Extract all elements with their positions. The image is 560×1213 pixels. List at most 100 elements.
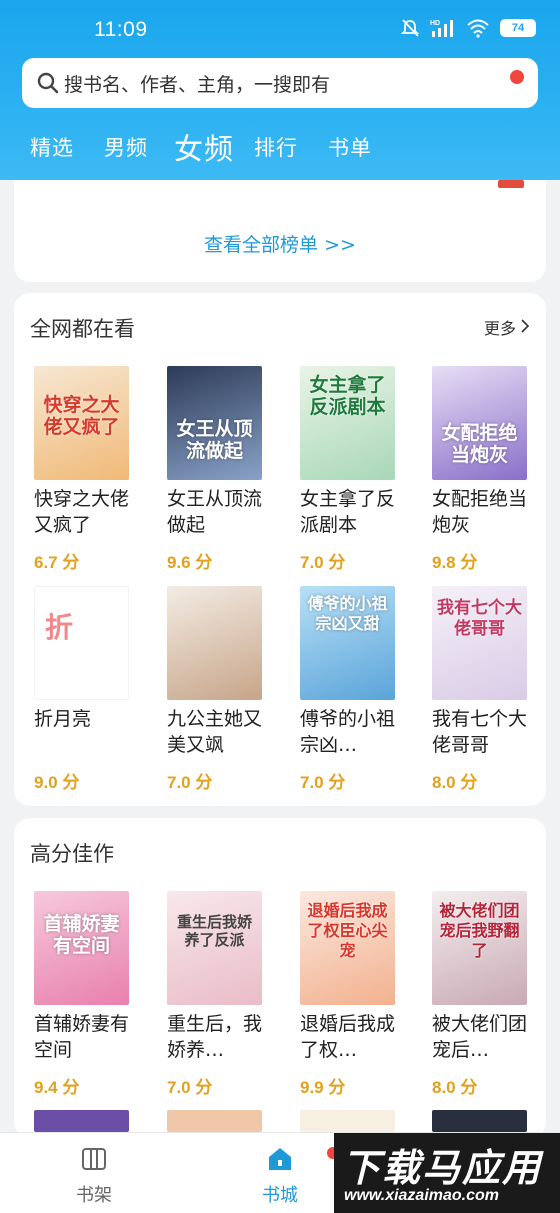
battery-icon: 74 xyxy=(500,19,536,37)
book-cover: 首辅娇妻有空间 xyxy=(34,891,129,1005)
book-cover: 折 xyxy=(34,586,129,700)
book-score: 6.7 分 xyxy=(34,553,80,572)
tab-featured[interactable]: 精选 xyxy=(30,132,74,162)
book-title: 女配拒绝当炮灰 xyxy=(432,488,528,536)
book-cover: 我有七个大佬哥哥 xyxy=(432,586,527,700)
book-item[interactable]: 被大佬们团宠后我野翻了 被大佬们团宠后… 8.0 分 xyxy=(432,891,542,1098)
notification-dot xyxy=(510,70,524,84)
book-title: 被大佬们团宠后… xyxy=(432,1013,528,1061)
book-title: 折月亮 xyxy=(34,708,92,730)
cover-title: 被大佬们团宠后我野翻了 xyxy=(439,901,520,960)
tab-ranking[interactable]: 排行 xyxy=(254,132,298,162)
cover-title: 退婚后我成了权臣心尖宠 xyxy=(307,901,388,960)
book-cover: 退婚后我成了权臣心尖宠 xyxy=(300,891,395,1005)
book-title: 退婚后我成了权… xyxy=(300,1013,396,1061)
more-label: 更多 xyxy=(483,319,516,338)
book-item[interactable]: 傅爷的小祖宗凶又甜 傅爷的小祖宗凶… 7.0 分 xyxy=(300,586,410,793)
book-title: 九公主她又美又飒 xyxy=(167,708,263,756)
bookshelf-icon xyxy=(80,1148,108,1177)
cover-title: 女配拒绝当炮灰 xyxy=(441,422,518,466)
cover-title: 快穿之大佬又疯了 xyxy=(43,394,120,438)
book-item[interactable]: 女主拿了反派剧本 女主拿了反派剧本 7.0 分 xyxy=(300,366,410,573)
book-title: 首辅娇妻有空间 xyxy=(34,1013,130,1061)
book-cover: 被大佬们团宠后我野翻了 xyxy=(432,891,527,1005)
book-item[interactable]: 女配拒绝当炮灰 女配拒绝当炮灰 9.8 分 xyxy=(432,366,542,573)
signal-icon: HD xyxy=(430,18,456,38)
book-score: 7.0 分 xyxy=(167,773,213,792)
book-cover: 女配拒绝当炮灰 xyxy=(432,366,527,480)
tab-booklist[interactable]: 书单 xyxy=(328,132,372,162)
section-title: 全网都在看 xyxy=(30,317,135,341)
book-cover: 快穿之大佬又疯了 xyxy=(34,366,129,480)
book-cover-partial[interactable] xyxy=(432,1110,527,1132)
cover-title: 折 xyxy=(45,611,74,644)
book-title: 女王从顶流做起 xyxy=(167,488,263,536)
status-time: 11:09 xyxy=(94,18,148,41)
book-score: 7.0 分 xyxy=(167,1078,213,1097)
more-link[interactable]: 更多 xyxy=(484,315,530,339)
book-score: 9.9 分 xyxy=(300,1078,346,1097)
home-icon xyxy=(266,1148,294,1177)
cover-title: 重生后我娇养了反派 xyxy=(176,913,252,949)
watermark-logo: 下载马应用 www.xiazaimao.com xyxy=(334,1133,560,1213)
app-header: 11:09 HD 74 搜书名、作者、主角，一搜即有 精选 男频 女频 排行 书… xyxy=(0,0,560,180)
cover-title: 我有七个大佬哥哥 xyxy=(437,598,522,639)
nav-label: 书城 xyxy=(262,1185,298,1206)
book-item[interactable]: 退婚后我成了权臣心尖宠 退婚后我成了权… 9.9 分 xyxy=(300,891,410,1098)
book-score: 8.0 分 xyxy=(432,773,478,792)
nav-bookshelf[interactable]: 书架 xyxy=(49,1145,139,1207)
search-icon xyxy=(36,71,60,99)
book-cover: 重生后我娇养了反派 xyxy=(167,891,262,1005)
book-title: 我有七个大佬哥哥 xyxy=(432,708,528,756)
book-cover xyxy=(167,586,262,700)
view-all-rankings-link[interactable]: 查看全部榜单 >> xyxy=(14,230,546,257)
book-title: 傅爷的小祖宗凶… xyxy=(300,708,396,756)
cover-title: 女王从顶流做起 xyxy=(176,418,253,462)
book-item[interactable]: 女王从顶流做起 女王从顶流做起 9.6 分 xyxy=(167,366,277,573)
section-popular: 全网都在看 更多 快穿之大佬又疯了 快穿之大佬又疯了 6.7 分 女王从顶流做起… xyxy=(14,293,546,806)
cover-title: 首辅娇妻有空间 xyxy=(43,913,120,957)
tab-male[interactable]: 男频 xyxy=(104,132,148,162)
book-cover-partial[interactable] xyxy=(34,1110,129,1132)
watermark-url: www.xiazaimao.com xyxy=(344,1187,500,1204)
book-cover-partial[interactable] xyxy=(300,1110,395,1132)
book-score: 9.8 分 xyxy=(432,553,478,572)
book-score: 7.0 分 xyxy=(300,553,346,572)
svg-text:HD: HD xyxy=(430,20,440,27)
cover-title: 女主拿了反派剧本 xyxy=(309,374,386,418)
nav-label: 书架 xyxy=(76,1185,112,1206)
book-score: 9.0 分 xyxy=(34,773,80,792)
book-score: 8.0 分 xyxy=(432,1078,478,1097)
book-title: 快穿之大佬又疯了 xyxy=(34,488,130,536)
book-item[interactable]: 折 折月亮 9.0 分 xyxy=(34,586,144,793)
chevron-right-icon xyxy=(520,318,530,337)
book-title: 重生后，我娇养… xyxy=(167,1013,263,1061)
book-title: 女主拿了反派剧本 xyxy=(300,488,396,536)
status-icons: HD 74 xyxy=(400,18,536,38)
section-high-score: 高分佳作 首辅娇妻有空间 首辅娇妻有空间 9.4 分 重生后我娇养了反派 重生后… xyxy=(14,818,546,1138)
book-score: 9.6 分 xyxy=(167,553,213,572)
wifi-icon xyxy=(466,18,490,38)
book-item[interactable]: 快穿之大佬又疯了 快穿之大佬又疯了 6.7 分 xyxy=(34,366,144,573)
search-placeholder: 搜书名、作者、主角，一搜即有 xyxy=(64,74,331,96)
section-title: 高分佳作 xyxy=(30,842,114,866)
rank-badge xyxy=(498,180,524,188)
category-tabs: 精选 男频 女频 排行 书单 xyxy=(0,122,560,172)
book-item[interactable]: 九公主她又美又飒 7.0 分 xyxy=(167,586,277,793)
book-cover: 女主拿了反派剧本 xyxy=(300,366,395,480)
book-cover: 傅爷的小祖宗凶又甜 xyxy=(300,586,395,700)
tab-female[interactable]: 女频 xyxy=(174,126,234,168)
book-score: 7.0 分 xyxy=(300,773,346,792)
watermark-title: 下载马应用 xyxy=(342,1146,543,1190)
book-item[interactable]: 首辅娇妻有空间 首辅娇妻有空间 9.4 分 xyxy=(34,891,144,1098)
status-bar: 11:09 HD 74 xyxy=(0,0,560,58)
book-cover-partial[interactable] xyxy=(167,1110,262,1132)
search-bar[interactable]: 搜书名、作者、主角，一搜即有 xyxy=(22,58,538,108)
book-score: 9.4 分 xyxy=(34,1078,80,1097)
book-item[interactable]: 我有七个大佬哥哥 我有七个大佬哥哥 8.0 分 xyxy=(432,586,542,793)
cover-title: 傅爷的小祖宗凶又甜 xyxy=(307,594,388,633)
nav-bookstore[interactable]: 书城 xyxy=(235,1145,325,1207)
book-item[interactable]: 重生后我娇养了反派 重生后，我娇养… 7.0 分 xyxy=(167,891,277,1098)
mute-icon xyxy=(400,18,420,38)
book-cover: 女王从顶流做起 xyxy=(167,366,262,480)
